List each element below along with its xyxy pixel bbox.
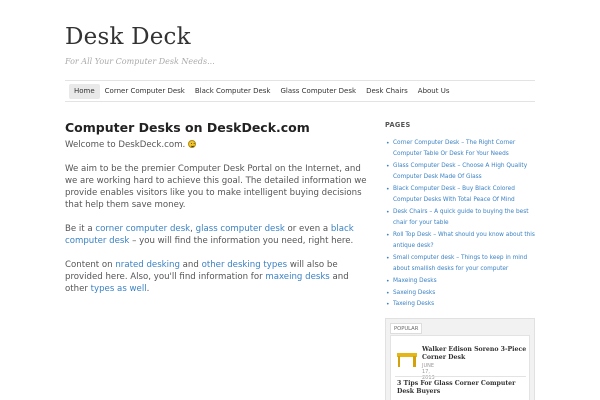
page-link-black-computer-desk[interactable]: Black Computer Desk – Buy Black Colored …: [393, 186, 515, 203]
page-link-small-computer-desk[interactable]: Small computer desk – Things to keep in …: [393, 255, 527, 272]
maxeing-desks-link[interactable]: maxeing desks: [265, 272, 329, 282]
pages-widget-title: PAGES: [385, 121, 411, 129]
list-item: Desk Chairs – A quick guide to buying th…: [385, 207, 535, 230]
text-segment: Be it a: [65, 224, 96, 234]
welcome-paragraph: Welcome to DeskDeck.com.: [65, 139, 370, 151]
site-tagline: For All Your Computer Desk Needs...: [65, 57, 215, 66]
list-item: Taxeing Desks: [385, 299, 535, 311]
glass-computer-desk-link[interactable]: glass computer desk: [196, 224, 285, 234]
welcome-text: Welcome to DeskDeck.com.: [65, 140, 186, 150]
text-segment: – you will find the information you need…: [129, 236, 354, 246]
site-title[interactable]: Desk Deck: [65, 24, 191, 50]
page-link-maxeing-desks[interactable]: Maxeing Desks: [393, 278, 437, 284]
list-item: Small computer desk – Things to keep in …: [385, 253, 535, 276]
desk-thumbnail-icon[interactable]: [397, 349, 417, 367]
popular-posts-panel: Walker Edison Soreno 3-Piece Corner Desk…: [390, 335, 530, 400]
nav-item-about-us[interactable]: About Us: [413, 84, 455, 99]
list-item: Black Computer Desk – Buy Black Colored …: [385, 184, 535, 207]
page-link-taxeing-desks[interactable]: Taxeing Desks: [393, 301, 434, 307]
page-link-glass-computer-desk[interactable]: Glass Computer Desk – Choose A High Qual…: [393, 163, 527, 180]
nav-item-black-computer-desk[interactable]: Black Computer Desk: [190, 84, 276, 99]
list-item: Maxeing Desks: [385, 276, 535, 288]
nav-item-desk-chairs[interactable]: Desk Chairs: [361, 84, 413, 99]
nrated-desking-link[interactable]: nrated desking: [115, 260, 180, 270]
list-item: Saxeing Desks: [385, 288, 535, 300]
pages-list: Corner Computer Desk – The Right Corner …: [385, 138, 535, 311]
post-title: Computer Desks on DeskDeck.com: [65, 120, 310, 135]
corner-computer-desk-link[interactable]: corner computer desk: [95, 224, 190, 234]
other-desking-types-link[interactable]: other desking types: [202, 260, 288, 270]
tab-popular[interactable]: POPULAR: [390, 323, 423, 334]
divider: [395, 376, 526, 377]
smiley-icon: [187, 140, 196, 148]
page-link-corner-computer-desk[interactable]: Corner Computer Desk – The Right Corner …: [393, 140, 515, 157]
list-item: Roll Top Desk – What should you know abo…: [385, 230, 535, 253]
types-as-well-link[interactable]: types as well: [91, 284, 147, 294]
main-navigation: Home Corner Computer Desk Black Computer…: [65, 80, 535, 102]
page-link-roll-top-desk[interactable]: Roll Top Desk – What should you know abo…: [393, 232, 535, 249]
sidebar: PAGES Corner Computer Desk – The Right C…: [385, 121, 535, 311]
list-item: Glass Computer Desk – Choose A High Qual…: [385, 161, 535, 184]
popular-post-title[interactable]: Walker Edison Soreno 3-Piece Corner Desk: [422, 346, 532, 362]
list-item: Corner Computer Desk – The Right Corner …: [385, 138, 535, 161]
nav-item-glass-computer-desk[interactable]: Glass Computer Desk: [275, 84, 361, 99]
intro-paragraph: We aim to be the premier Computer Desk P…: [65, 164, 367, 210]
page-link-saxeing-desks[interactable]: Saxeing Desks: [393, 290, 435, 296]
desk-types-paragraph: Be it a corner computer desk, glass comp…: [65, 223, 370, 247]
text-segment: or even a: [284, 224, 331, 234]
text-segment: .: [146, 284, 150, 294]
page-link-desk-chairs[interactable]: Desk Chairs – A quick guide to buying th…: [393, 209, 528, 226]
text-segment: Content on: [65, 260, 116, 270]
popular-widget: POPULAR Walker Edison Soreno 3-Piece Cor…: [385, 318, 535, 400]
text-segment: and: [179, 260, 202, 270]
popular-post-title[interactable]: 3 Tips For Glass Corner Computer Desk Bu…: [397, 380, 527, 396]
content-paragraph: Content on nrated desking and other desk…: [65, 259, 370, 295]
nav-item-corner-computer-desk[interactable]: Corner Computer Desk: [100, 84, 190, 99]
nav-item-home[interactable]: Home: [69, 84, 100, 99]
main-content: Computer Desks on DeskDeck.com Welcome t…: [65, 120, 370, 307]
popular-post-date: JUNE 17, 2013: [422, 363, 435, 381]
